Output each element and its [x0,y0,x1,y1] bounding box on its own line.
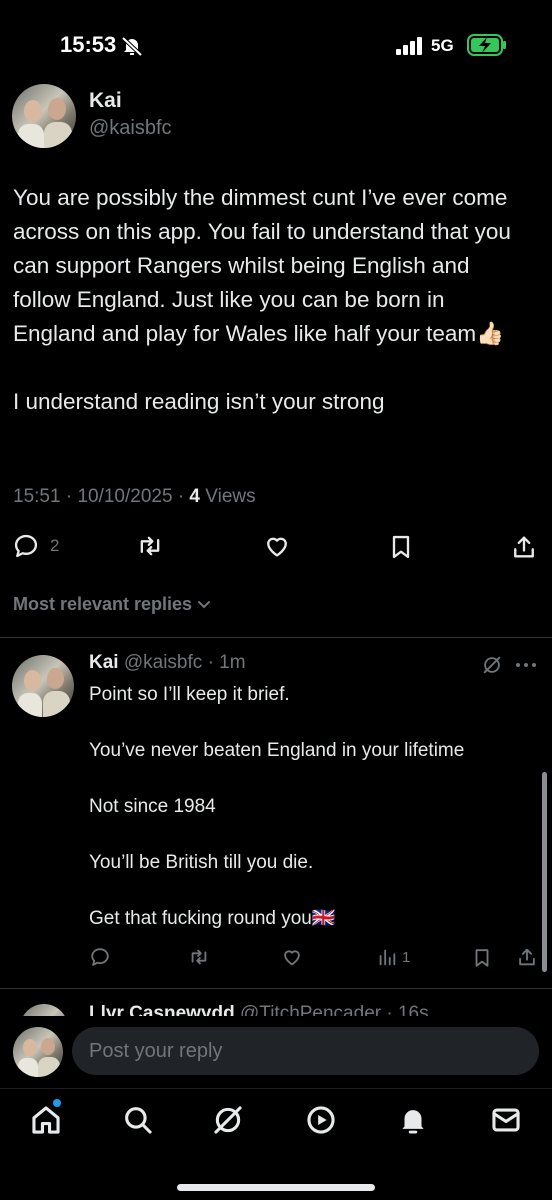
reply-author-name[interactable]: Kai [89,652,119,673]
replies-sort-label: Most relevant replies [13,594,193,614]
status-bar: 15:53 5G [0,0,552,86]
next-reply-peek: Llyr Casnewydd @TitchPencader · 16s [0,988,552,1018]
grok-icon[interactable] [481,654,503,676]
reply-line: Get that fucking round you🇬🇧 [89,908,336,929]
reply-age: 1m [219,652,246,673]
reply-input[interactable]: Post your reply [72,1027,539,1075]
author-handle[interactable]: @kaisbfc [89,117,172,140]
author-name[interactable]: Kai [89,89,122,113]
bookmark-icon[interactable] [387,532,415,562]
like-icon[interactable] [280,946,304,968]
home-indicator[interactable] [177,1184,375,1191]
reply-line: You’ll be British till you die. [89,852,314,873]
reply-count: 2 [50,536,60,555]
scrollbar[interactable] [542,772,547,972]
chevron-down-icon [198,600,211,608]
divider [0,637,552,638]
network-type: 5G [431,36,454,55]
home-notification-dot [53,1099,61,1107]
tweet-meta: 15:51 · 10/10/2025 · 4 Views [13,486,256,507]
messages-icon[interactable] [489,1103,523,1137]
notifications-icon[interactable] [396,1103,430,1137]
reply-header: Kai @kaisbfc · 1m [89,652,246,673]
video-icon[interactable] [304,1103,338,1137]
reply-author-handle[interactable]: @kaisbfc [124,652,202,673]
tweet-actions: 2 [12,530,542,564]
repost-icon[interactable] [135,532,165,560]
reply-input-placeholder: Post your reply [89,1040,223,1062]
composer-avatar [13,1027,63,1077]
reply-button[interactable]: 2 [12,532,59,560]
tweet-paragraph: I understand reading isn’t your strong [13,389,385,414]
reply-composer: Post your reply [0,1016,552,1088]
author-avatar[interactable] [12,84,76,148]
search-icon[interactable] [121,1103,155,1137]
reply-icon [14,534,38,558]
replies-sort-dropdown[interactable]: Most relevant replies [13,594,211,615]
reply-icon[interactable] [89,946,111,968]
bookmark-icon[interactable] [471,946,493,970]
tweet-paragraph: You are possibly the dimmest cunt I’ve e… [13,185,511,346]
status-time: 15:53 [60,32,117,57]
share-icon[interactable] [516,945,538,969]
home-icon[interactable] [29,1103,63,1137]
views-count: 4 [189,486,200,507]
more-options-icon[interactable] [514,660,538,670]
tweet-text: You are possibly the dimmest cunt I’ve e… [13,181,533,419]
bottom-nav [0,1088,552,1200]
reply-views-count: 1 [402,948,411,966]
like-icon[interactable] [262,532,292,560]
reply-avatar[interactable] [12,655,74,717]
reply-line: Not since 1984 [89,796,216,817]
reply-line: Point so I’ll keep it brief. [89,684,290,705]
views-label[interactable]: Views [205,486,255,507]
reply-line: You’ve never beaten England in your life… [89,740,465,761]
battery-charging-icon [467,34,506,56]
share-icon[interactable] [510,532,538,562]
tweet-date: 10/10/2025 [77,486,173,507]
signal-icon [396,37,422,55]
grok-icon[interactable] [211,1103,245,1137]
views-button[interactable]: 1 [376,946,410,968]
views-icon [379,949,396,966]
repost-icon[interactable] [187,946,211,968]
tweet-time: 15:51 [13,486,61,507]
mute-bell-icon [121,36,143,56]
